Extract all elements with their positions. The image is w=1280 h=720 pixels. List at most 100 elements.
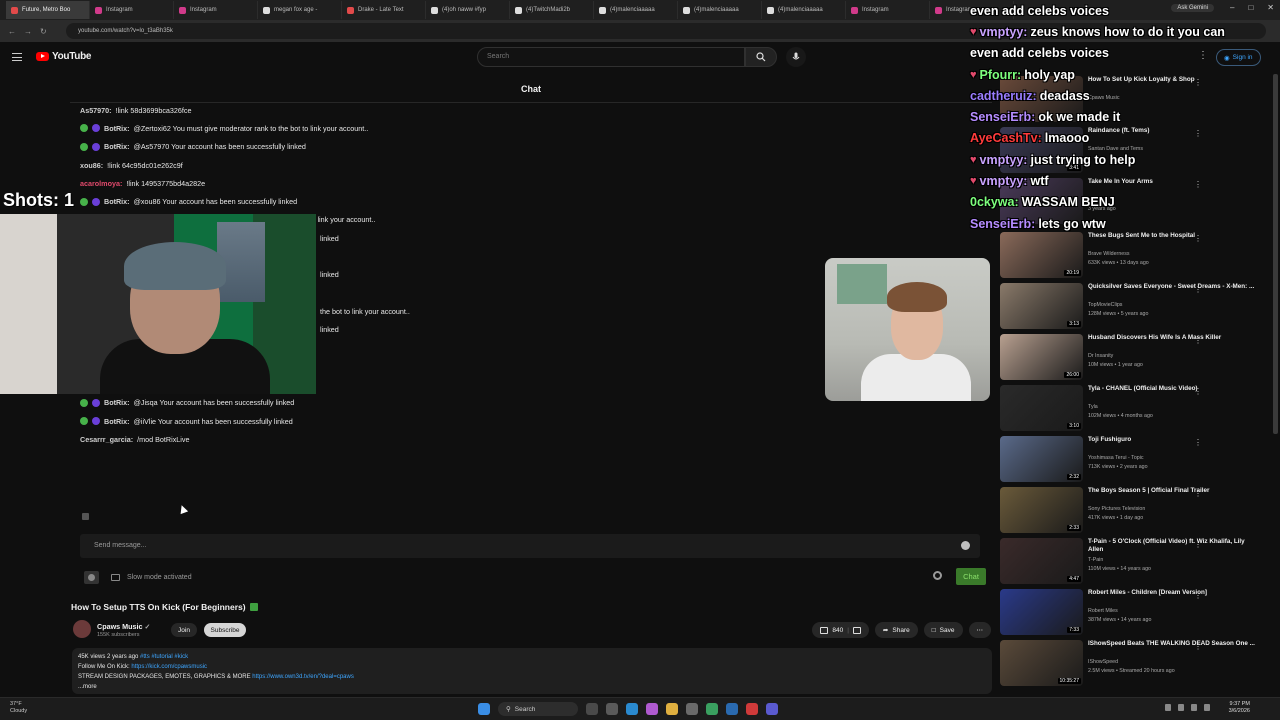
chat-username[interactable]: BotRix: [104, 124, 130, 133]
chat-username[interactable]: BotRix: [104, 398, 130, 407]
description-link-1[interactable]: https://kick.com/cpawsmusic [131, 664, 207, 670]
forward-icon[interactable]: → [24, 27, 32, 36]
chat-send-button[interactable]: Chat [956, 568, 986, 585]
copilot-icon[interactable] [646, 703, 658, 715]
recommended-video[interactable]: 2:33 The Boys Season 5 | Official Final T… [1000, 487, 1265, 535]
channel-name[interactable]: Cpaws Music ✓ [97, 622, 151, 631]
more-options-icon[interactable]: ⋮ [1194, 489, 1202, 498]
recommended-title[interactable]: Tyla - CHANEL (Official Music Video) [1088, 385, 1260, 393]
more-options-icon[interactable]: ⋮ [1194, 438, 1202, 447]
video-thumbnail[interactable]: 2:33 [1000, 487, 1083, 533]
recommended-channel[interactable]: T-Pain [1088, 557, 1103, 563]
share-button[interactable]: ➦ Share [874, 622, 918, 638]
app-icon[interactable] [726, 703, 738, 715]
more-actions-button[interactable]: ⋯ [968, 622, 991, 638]
chat-username[interactable]: BotRix: [104, 417, 130, 426]
more-options-icon[interactable]: ⋮ [1194, 285, 1202, 294]
browser-tab[interactable]: (4)malenciaaaaa [594, 1, 678, 19]
chat-username[interactable]: acarolmoya: [80, 179, 122, 188]
recommended-channel[interactable]: Dr Insanity [1088, 353, 1113, 359]
video-thumbnail[interactable]: 10:35:27 [1000, 640, 1083, 686]
recommended-channel[interactable]: Tyla [1088, 404, 1098, 410]
save-button[interactable]: □ Save [923, 622, 963, 638]
chrome-icon[interactable] [706, 703, 718, 715]
recommended-title[interactable]: Robert Miles - Children [Dream Version] [1088, 589, 1260, 597]
emoji-icon[interactable] [961, 541, 970, 550]
recommended-video[interactable]: 10:35:27 IShowSpeed Beats THE WALKING DEA… [1000, 640, 1265, 688]
video-thumbnail[interactable]: 3:10 [1000, 385, 1083, 431]
voice-search-button[interactable] [786, 47, 806, 67]
browser-tab[interactable]: (4)malenciaaaaa [762, 1, 846, 19]
browser-tab[interactable]: (4)malenciaaaaa [678, 1, 762, 19]
volume-icon[interactable] [1191, 704, 1197, 711]
chat-username[interactable]: As57970: [80, 106, 112, 115]
chat-username[interactable]: BotRix: [104, 197, 130, 206]
reload-icon[interactable]: ↻ [40, 27, 47, 36]
recommended-video[interactable]: 20:19 These Bugs Sent Me to the Hospital B… [1000, 232, 1265, 280]
more-options-icon[interactable]: ⋮ [1194, 591, 1202, 600]
edge-icon[interactable] [626, 703, 638, 715]
video-thumbnail[interactable]: 4:47 [1000, 538, 1083, 584]
description-link-2[interactable]: https://www.own3d.tv/en/?deal=cpaws [252, 674, 354, 680]
tray-chevron-icon[interactable] [1165, 704, 1171, 711]
channel-avatar[interactable] [73, 620, 91, 638]
chat-tools-icon[interactable] [84, 570, 99, 584]
chat-username[interactable]: BotRix: [104, 142, 130, 151]
recommended-video[interactable]: 3:13 Quicksilver Saves Everyone - Sweet D… [1000, 283, 1265, 331]
recommended-video[interactable]: 3:10 Tyla - CHANEL (Official Music Video)… [1000, 385, 1265, 433]
join-button[interactable]: Join [171, 623, 197, 637]
video-thumbnail[interactable]: 20:19 [1000, 232, 1083, 278]
recommended-title[interactable]: T-Pain - 5 O'Clock (Official Video) ft. … [1088, 538, 1260, 554]
show-more-link[interactable]: ...more [78, 682, 986, 692]
search-button[interactable] [745, 47, 777, 67]
settings-icon[interactable] [686, 703, 698, 715]
recommended-channel[interactable]: Robert Miles [1088, 608, 1118, 614]
video-thumbnail[interactable]: 3:13 [1000, 283, 1083, 329]
youtube-logo[interactable]: YouTube [36, 51, 92, 62]
search-input[interactable]: Search [477, 47, 745, 67]
recommended-video[interactable]: 26:00 Husband Discovers His Wife Is A Mas… [1000, 334, 1265, 382]
browser-tab[interactable]: megan fox age - [258, 1, 342, 19]
browser-tab[interactable]: Drake - Late Text [342, 1, 426, 19]
task-view-icon[interactable] [606, 703, 618, 715]
chat-username[interactable]: Cesarrr_garcia: [80, 435, 133, 444]
video-thumbnail[interactable]: 26:00 [1000, 334, 1083, 380]
more-options-icon[interactable]: ⋮ [1194, 387, 1202, 396]
menu-icon[interactable] [12, 53, 22, 61]
emote-icon[interactable] [82, 513, 89, 520]
browser-tab[interactable]: Instagram [174, 1, 258, 19]
weather-widget[interactable]: 37°F Cloudy [10, 701, 27, 715]
like-button[interactable]: 840 | [812, 622, 869, 638]
recommended-title[interactable]: IShowSpeed Beats THE WALKING DEAD Season… [1088, 640, 1260, 648]
network-icon[interactable] [1178, 704, 1184, 711]
more-options-icon[interactable]: ⋮ [1194, 642, 1202, 651]
description-tags[interactable]: #tts #tutorial #kick [140, 654, 188, 660]
video-thumbnail[interactable]: 2:32 [1000, 436, 1083, 482]
subscribe-button[interactable]: Subscribe [204, 623, 246, 637]
browser-tab[interactable]: Instagram [846, 1, 930, 19]
browser-tab[interactable]: (4)TwitchMadi2b [510, 1, 594, 19]
back-icon[interactable]: ← [8, 27, 16, 36]
send-message-input[interactable]: Send message... [80, 534, 980, 558]
recommended-title[interactable]: Quicksilver Saves Everyone - Sweet Dream… [1088, 283, 1260, 291]
more-options-icon[interactable]: ⋮ [1194, 540, 1202, 549]
recommended-video[interactable]: 4:47 T-Pain - 5 O'Clock (Official Video) … [1000, 538, 1265, 586]
recommended-channel[interactable]: Sony Pictures Television [1088, 506, 1145, 512]
chat-username[interactable]: xou86: [80, 161, 103, 170]
recommended-title[interactable]: The Boys Season 5 | Official Final Trail… [1088, 487, 1260, 495]
more-options-icon[interactable]: ⋮ [1194, 234, 1202, 243]
recommended-video[interactable]: 7:33 Robert Miles - Children [Dream Versi… [1000, 589, 1265, 637]
recommended-title[interactable]: Husband Discovers His Wife Is A Mass Kil… [1088, 334, 1260, 342]
discord-icon[interactable] [766, 703, 778, 715]
recommended-channel[interactable]: IShowSpeed [1088, 659, 1118, 665]
video-description[interactable]: 45K views 2 years ago #tts #tutorial #ki… [72, 648, 992, 694]
browser-tab[interactable]: Future, Metro Boo [6, 1, 90, 19]
battery-icon[interactable] [1204, 704, 1210, 711]
taskbar-search[interactable]: ⚲ Search [498, 702, 578, 716]
thumbs-down-icon[interactable] [852, 626, 861, 634]
gear-icon[interactable] [933, 571, 942, 580]
recommended-channel[interactable]: Yoshimasa Terui - Topic [1088, 455, 1144, 461]
windows-start-icon[interactable] [478, 703, 490, 715]
more-options-icon[interactable]: ⋮ [1194, 336, 1202, 345]
browser-tab[interactable]: Instagram [90, 1, 174, 19]
